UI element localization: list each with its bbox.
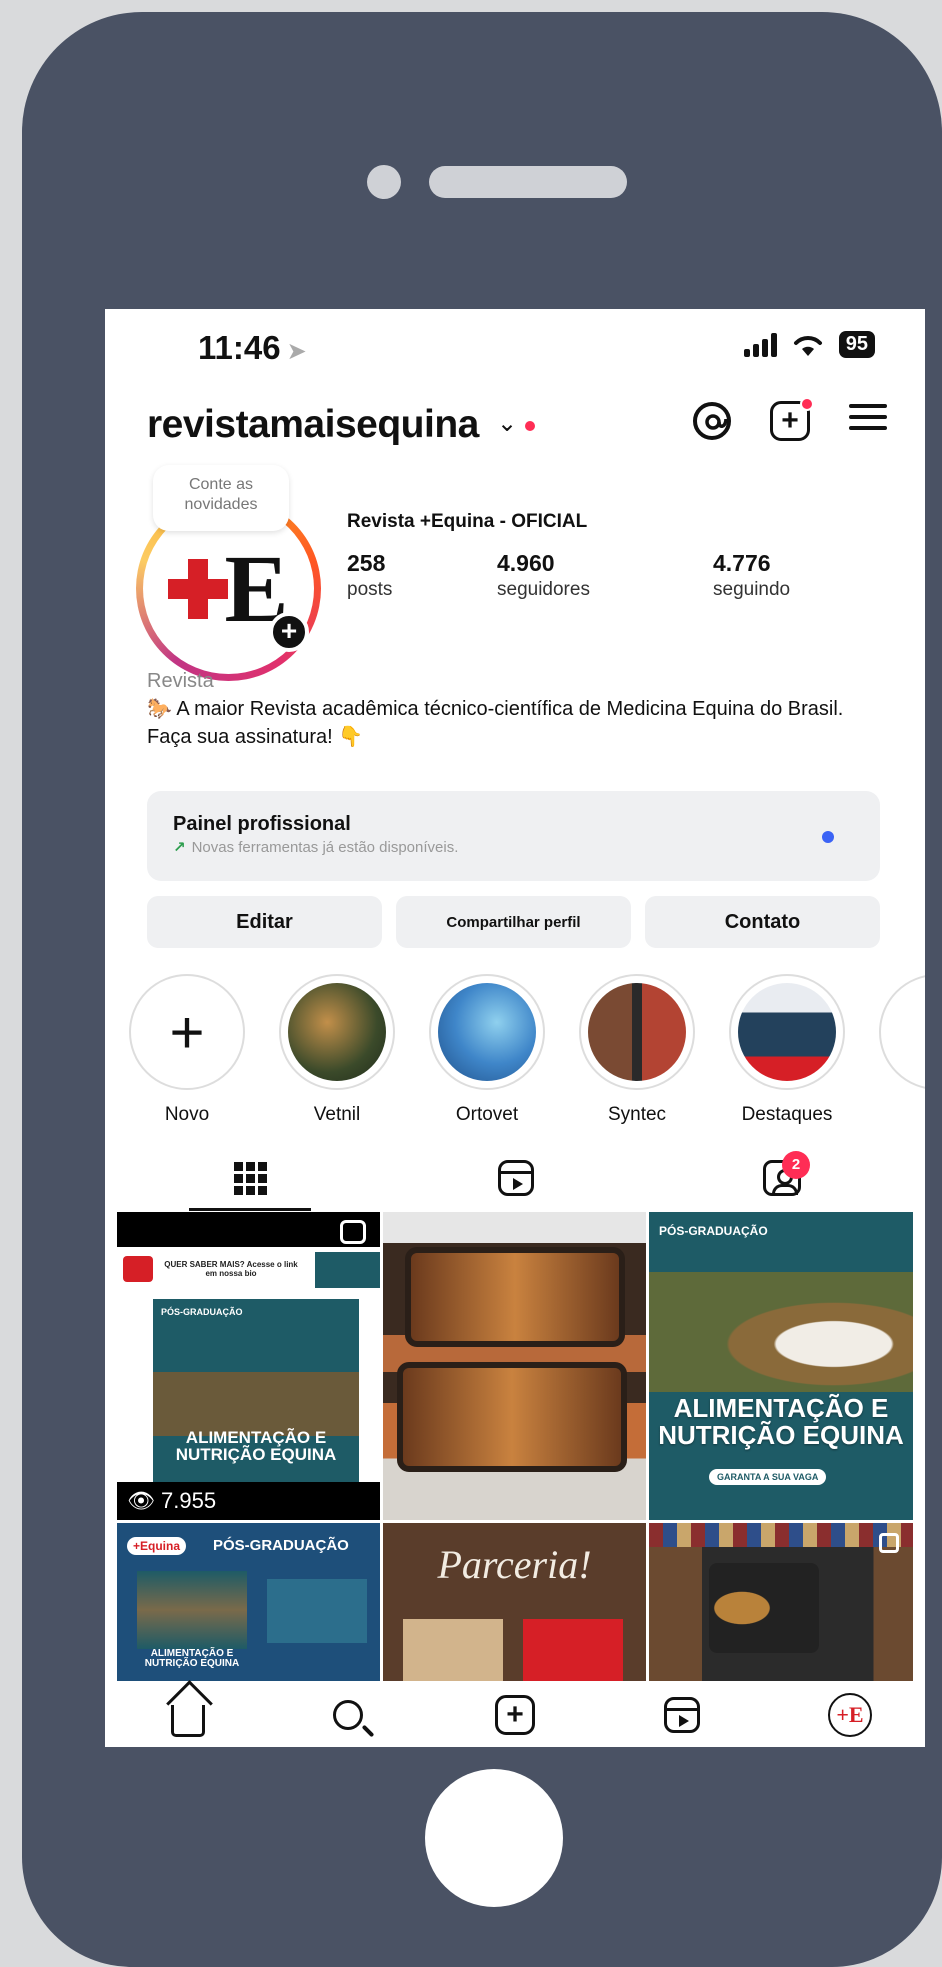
edit-profile-button[interactable]: Editar — [147, 896, 382, 948]
nav-home[interactable] — [163, 1690, 213, 1740]
wifi-icon — [793, 335, 822, 356]
professional-dashboard[interactable]: Painel profissional ↗ Novas ferramentas j… — [147, 791, 880, 881]
red-cross-logo — [168, 558, 229, 619]
highlight-new[interactable]: + Novo — [127, 974, 247, 1126]
highlight-thumbnail — [738, 983, 836, 1081]
post-views: 👁 7.955 — [117, 1482, 380, 1520]
equina-logo: +Equina — [127, 1537, 187, 1555]
unread-dot — [822, 831, 834, 843]
highlight-thumbnail — [438, 983, 536, 1081]
battery-icon: 95 — [838, 331, 875, 358]
pro-panel-subtitle: Novas ferramentas já estão disponíveis. — [191, 839, 459, 856]
highlight-destaques[interactable]: Destaques — [727, 974, 847, 1126]
signal-icon — [743, 332, 777, 357]
tab-reels[interactable] — [487, 1149, 545, 1207]
post-cta: GARANTA A SUA VAGA — [709, 1469, 827, 1485]
bio-line: Faça sua assinatura! 👇 — [147, 726, 364, 748]
phone-frame: 11:46 ➤ 95 revistamaisequina ⌄ + E Conte… — [22, 12, 942, 1967]
tab-tagged[interactable]: 2 — [753, 1149, 811, 1207]
profile-tabs: 2 — [105, 1149, 925, 1211]
profile-full-name: Revista +Equina - OFICIAL — [347, 511, 588, 532]
post-image — [405, 1247, 625, 1347]
highlight-partial[interactable] — [877, 974, 925, 1090]
tagged-icon: 2 — [763, 1151, 810, 1196]
post-title: ALIMENTAÇÃO E NUTRIÇÃO EQUINA — [658, 1393, 904, 1450]
nav-reels[interactable] — [657, 1690, 707, 1740]
bottom-navigation: + +E — [105, 1682, 925, 1747]
active-tab-indicator — [189, 1208, 311, 1211]
menu-icon[interactable] — [844, 397, 892, 445]
post-image — [137, 1571, 247, 1649]
post-badge: PÓS-GRADUAÇÃO — [213, 1537, 349, 1554]
stat-following[interactable]: 4.776 seguindo — [713, 550, 790, 601]
highlight-thumbnail — [588, 983, 686, 1081]
nav-search[interactable] — [323, 1690, 373, 1740]
speaker-grille — [429, 166, 627, 198]
instagram-screen: 11:46 ➤ 95 revistamaisequina ⌄ + E Conte… — [105, 309, 925, 1747]
reels-icon — [664, 1697, 700, 1733]
post-image — [649, 1272, 913, 1392]
puzzle-piece-icon — [403, 1619, 503, 1681]
notification-dot — [800, 397, 814, 411]
post-tile[interactable]: +Equina PÓS-GRADUAÇÃO ALIMENTAÇÃO E NUTR… — [117, 1523, 380, 1681]
reels-icon — [498, 1160, 534, 1196]
reels-icon — [340, 1220, 366, 1244]
nav-profile[interactable]: +E — [825, 1690, 875, 1740]
note-bubble[interactable]: Conte as novidades — [153, 465, 289, 531]
pro-panel-title: Painel profissional — [173, 813, 351, 835]
contact-button[interactable]: Contato — [645, 896, 880, 948]
eye-icon: 👁 — [127, 1488, 162, 1513]
profile-header: revistamaisequina ⌄ + — [147, 397, 892, 457]
equina-logo — [123, 1256, 153, 1282]
post-title: ALIMENTAÇÃO E NUTRIÇÃO EQUINA — [144, 1648, 240, 1670]
puzzle-piece-icon — [523, 1619, 623, 1681]
post-image — [709, 1563, 819, 1653]
highlight-vetnil[interactable]: Vetnil — [277, 974, 397, 1126]
status-bar: 11:46 ➤ 95 — [105, 309, 925, 389]
post-badge: PÓS-GRADUAÇÃO — [659, 1224, 768, 1238]
location-arrow-icon: ➤ — [286, 338, 307, 365]
plus-icon: + — [129, 974, 245, 1090]
camera-dot — [367, 165, 401, 199]
nav-create[interactable]: + — [490, 1690, 540, 1740]
post-tile[interactable]: PÓS-GRADUAÇÃO ALIMENTAÇÃO E NUTRIÇÃO EQU… — [649, 1212, 913, 1520]
highlight-thumbnail — [288, 983, 386, 1081]
add-story-icon[interactable]: + — [269, 612, 309, 652]
post-top-text: QUER SABER MAIS? Acesse o link em nossa … — [164, 1260, 298, 1278]
highlight-ortovet[interactable]: Ortovet — [427, 974, 547, 1126]
post-tile[interactable]: QUER SABER MAIS? Acesse o link em nossa … — [117, 1212, 380, 1520]
header-actions: + — [688, 397, 892, 445]
post-title: ALIMENTAÇÃO E NUTRIÇÃO EQUINA — [175, 1428, 337, 1465]
bio-line: 🐎 A maior Revista acadêmica técnico-cien… — [147, 698, 844, 720]
search-icon — [333, 1700, 363, 1730]
post-image: PÓS-GRADUAÇÃO ALIMENTAÇÃO E NUTRIÇÃO EQU… — [153, 1299, 359, 1482]
username-switcher[interactable]: revistamaisequina — [147, 403, 479, 447]
profile-avatar-icon: +E — [828, 1693, 872, 1737]
profile-bio: Revista 🐎 A maior Revista acadêmica técn… — [147, 667, 907, 751]
post-title: Parceria! — [437, 1542, 592, 1587]
tagged-count-badge: 2 — [782, 1151, 810, 1179]
post-tile[interactable] — [383, 1212, 646, 1520]
bio-category: Revista — [147, 670, 214, 692]
post-tile[interactable]: Parceria! — [383, 1523, 646, 1681]
status-time: 11:46 ➤ — [198, 329, 307, 366]
status-indicators: 95 — [743, 331, 875, 358]
create-post-button[interactable]: + — [766, 397, 814, 445]
trend-arrow-icon: ↗ — [173, 839, 186, 856]
share-profile-button[interactable]: Compartilhar perfil — [396, 896, 631, 948]
highlight-syntec[interactable]: Syntec — [577, 974, 697, 1126]
post-tile[interactable] — [649, 1523, 913, 1681]
stat-posts[interactable]: 258 posts — [347, 550, 392, 601]
home-button[interactable] — [425, 1769, 563, 1907]
carousel-icon — [879, 1533, 899, 1553]
home-icon — [171, 1705, 205, 1737]
grid-icon — [233, 1161, 267, 1195]
stat-followers[interactable]: 4.960 seguidores — [497, 550, 590, 601]
account-notification-dot — [525, 421, 535, 431]
chevron-down-icon[interactable]: ⌄ — [497, 409, 517, 438]
plus-icon: + — [495, 1695, 535, 1735]
threads-icon[interactable] — [688, 397, 736, 445]
tab-posts-grid[interactable] — [221, 1149, 279, 1207]
